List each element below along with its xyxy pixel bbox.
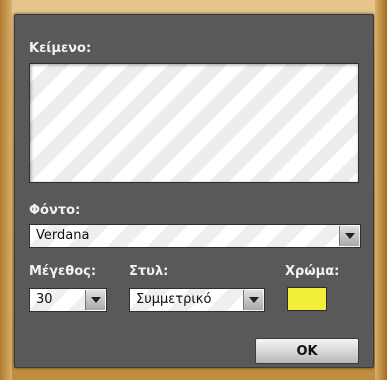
style-select-value: Συμμετρικό bbox=[136, 292, 212, 307]
font-select-dropdown-button[interactable] bbox=[339, 226, 359, 246]
font-select[interactable]: Verdana bbox=[29, 224, 361, 248]
text-properties-dialog: Κείμενο: Φόντο: Verdana Μέγεθος: 30 Στυλ… bbox=[14, 14, 374, 368]
chevron-down-icon bbox=[248, 297, 259, 303]
font-select-value: Verdana bbox=[36, 228, 90, 243]
font-label: Φόντο: bbox=[29, 203, 81, 218]
ok-button[interactable]: OK bbox=[255, 338, 359, 364]
style-label: Στυλ: bbox=[129, 264, 169, 279]
size-select[interactable]: 30 bbox=[29, 288, 107, 312]
chevron-down-icon bbox=[344, 233, 355, 239]
style-select-dropdown-button[interactable] bbox=[243, 290, 263, 310]
window-frame: Κείμενο: Φόντο: Verdana Μέγεθος: 30 Στυλ… bbox=[0, 0, 387, 380]
background-glow bbox=[377, 195, 387, 245]
style-select[interactable]: Συμμετρικό bbox=[129, 288, 265, 312]
chevron-down-icon bbox=[90, 297, 101, 303]
size-select-dropdown-button[interactable] bbox=[85, 290, 105, 310]
size-select-value: 30 bbox=[36, 292, 53, 307]
size-label: Μέγεθος: bbox=[29, 264, 97, 279]
color-label: Χρώμα: bbox=[285, 264, 340, 279]
text-label: Κείμενο: bbox=[29, 41, 92, 56]
color-swatch[interactable] bbox=[287, 287, 327, 311]
text-input[interactable] bbox=[29, 63, 359, 183]
